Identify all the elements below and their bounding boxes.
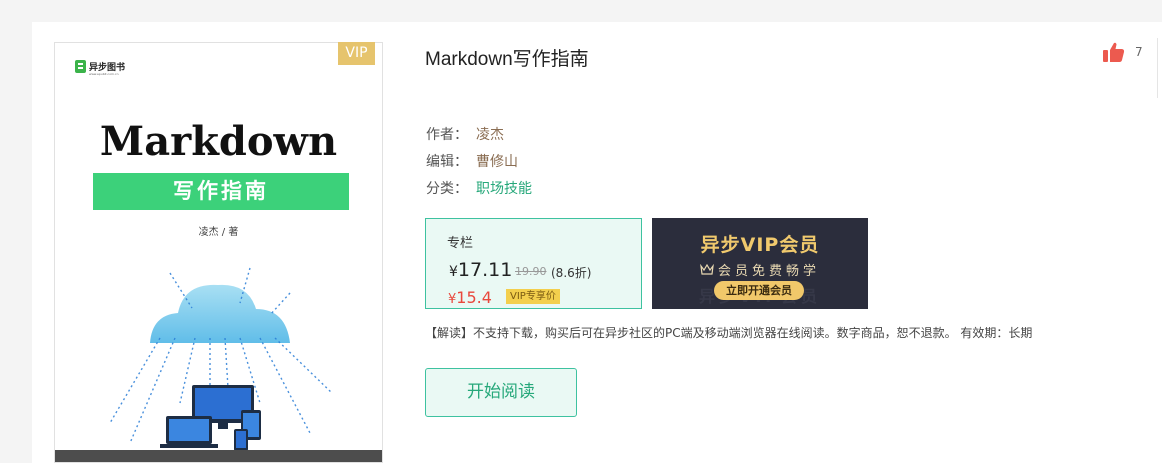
vip-price-tag: VIP专享价 xyxy=(506,289,560,304)
price-panel: 专栏 ¥17.11 19.90 (8.6折) ¥15.4 VIP专享价 xyxy=(425,218,642,309)
book-title: Markdown写作指南 xyxy=(425,49,589,70)
banner-subline: 会员免费畅学 xyxy=(652,260,868,279)
author-link[interactable]: 凌杰 xyxy=(476,124,504,144)
discount-label: (8.6折) xyxy=(551,266,592,280)
vip-price-value: 15.4 xyxy=(456,288,492,307)
publisher-logo: 异步图书 www.epubit.com.cn xyxy=(75,60,125,76)
editor-label: 编辑： xyxy=(426,154,468,170)
divider xyxy=(1157,38,1158,98)
start-reading-button[interactable]: 开始阅读 xyxy=(425,368,577,417)
current-price: ¥17.11 xyxy=(449,259,512,281)
crown-icon xyxy=(700,264,714,275)
vip-badge: VIP xyxy=(338,42,375,65)
like-button[interactable]: 7 xyxy=(1103,42,1143,62)
banner-headline: 异步VIP会员 xyxy=(700,234,820,256)
vip-price: ¥15.4 xyxy=(448,288,492,307)
meta-editor-row: 编辑： 曹修山 xyxy=(426,151,518,171)
original-price: 19.90 xyxy=(515,265,547,278)
current-price-value: 17.11 xyxy=(457,259,513,281)
currency-symbol: ¥ xyxy=(449,264,458,280)
purchase-notice: 【解读】不支持下载，购买后可在异步社区的PC端及移动端浏览器在线阅读。数字商品，… xyxy=(425,326,1033,340)
cloud-devices-illustration xyxy=(109,267,333,451)
publisher-logo-icon xyxy=(75,60,86,73)
thumbs-up-icon xyxy=(1103,42,1125,62)
cover-title: Markdown xyxy=(99,118,338,165)
banner-subline-text: 会员免费畅学 xyxy=(717,264,820,279)
book-cover[interactable]: 异步图书 www.epubit.com.cn Markdown 写作指南 凌杰 … xyxy=(54,42,383,463)
editor-link[interactable]: 曹修山 xyxy=(476,151,518,171)
cover-author: 凌杰 / 著 xyxy=(198,227,239,238)
meta-author-row: 作者： 凌杰 xyxy=(426,124,504,144)
price-type-label: 专栏 xyxy=(447,236,474,251)
like-count: 7 xyxy=(1135,45,1143,59)
meta-category-row: 分类： 职场技能 xyxy=(426,178,532,198)
cover-subtitle: 写作指南 xyxy=(93,173,349,210)
author-label: 作者： xyxy=(426,127,468,143)
publisher-url: www.epubit.com.cn xyxy=(89,72,119,76)
cover-bottom-bar xyxy=(55,450,382,462)
vip-membership-banner[interactable]: 异步VIP会员 异步VIP会员 会员免费畅学 立即开通会员 xyxy=(652,218,868,309)
category-label: 分类： xyxy=(426,181,468,197)
open-vip-button[interactable]: 立即开通会员 xyxy=(714,281,804,300)
category-link[interactable]: 职场技能 xyxy=(476,178,532,198)
